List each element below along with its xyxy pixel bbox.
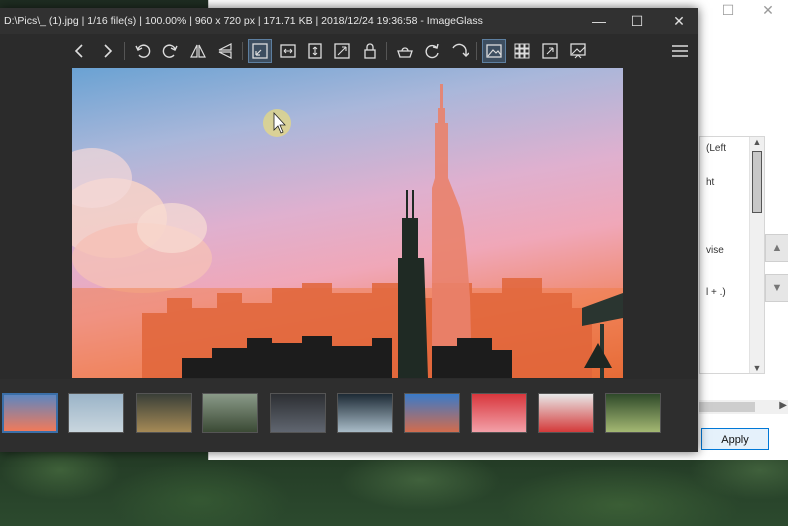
thumb-6[interactable] xyxy=(337,393,393,433)
shortcut-list[interactable]: (Left ht vise l + .) ▲ ▼ xyxy=(699,136,765,374)
dialog-maximize-button[interactable]: ☐ xyxy=(713,2,743,19)
scale-fit-icon xyxy=(334,43,350,59)
thumb-9[interactable] xyxy=(538,393,594,433)
goto-button[interactable] xyxy=(448,39,472,63)
auto-zoom-button[interactable] xyxy=(248,39,272,63)
slideshow-icon xyxy=(570,43,586,59)
auto-zoom-icon xyxy=(252,43,268,59)
close-button[interactable]: ✕ xyxy=(664,11,694,31)
toolbar-separator xyxy=(124,42,125,60)
thumb-5[interactable] xyxy=(270,393,326,433)
scroll-down-icon[interactable]: ▼ xyxy=(750,363,764,373)
flip-horizontal-button[interactable] xyxy=(186,39,210,63)
hamburger-menu-icon xyxy=(672,45,688,57)
refresh-icon xyxy=(425,43,439,59)
grid-icon xyxy=(514,43,530,59)
list-scrollbar[interactable]: ▲ ▼ xyxy=(749,137,764,373)
list-item[interactable]: (Left xyxy=(706,143,726,154)
imageglass-window: D:\Pics\_ (1).jpg | 1/16 file(s) | 100.0… xyxy=(0,8,698,452)
displayed-image[interactable] xyxy=(72,68,623,378)
move-up-button[interactable]: ▲ xyxy=(765,234,788,262)
chevron-left-icon xyxy=(74,44,83,58)
flip-vertical-icon xyxy=(218,43,232,59)
toolbar xyxy=(0,34,698,68)
rotate-right-icon xyxy=(162,44,178,58)
scale-to-height-button[interactable] xyxy=(303,39,327,63)
thumb-7[interactable] xyxy=(404,393,460,433)
window-title: D:\Pics\_ (1).jpg | 1/16 file(s) | 100.0… xyxy=(4,15,483,27)
thumbnail-strip[interactable] xyxy=(0,379,698,452)
minimize-button[interactable]: — xyxy=(584,11,614,31)
thumbnail-bar-icon xyxy=(486,44,502,58)
slideshow-button[interactable] xyxy=(566,39,590,63)
thumb-1[interactable] xyxy=(2,393,58,433)
dialog-close-button[interactable]: ✕ xyxy=(753,2,783,19)
rotate-left-button[interactable] xyxy=(131,39,155,63)
next-image-button[interactable] xyxy=(95,39,119,63)
thumb-4[interactable] xyxy=(202,393,258,433)
list-item[interactable]: l + .) xyxy=(706,287,726,298)
toolbar-separator xyxy=(476,42,477,60)
lock-zoom-button[interactable] xyxy=(358,39,382,63)
rotate-right-button[interactable] xyxy=(158,39,182,63)
toolbar-separator xyxy=(242,42,243,60)
thumb-2[interactable] xyxy=(68,393,124,433)
list-item[interactable]: vise xyxy=(706,245,724,256)
open-with-icon xyxy=(397,47,413,58)
main-menu-button[interactable] xyxy=(668,39,692,63)
list-item[interactable]: ht xyxy=(706,177,714,188)
goto-icon xyxy=(452,43,469,57)
previous-image-button[interactable] xyxy=(68,39,92,63)
flip-vertical-button[interactable] xyxy=(213,39,237,63)
scroll-right-icon[interactable]: ▶ xyxy=(779,400,787,411)
thumb-3[interactable] xyxy=(136,393,192,433)
rotate-left-icon xyxy=(135,44,151,58)
toolbar-separator xyxy=(386,42,387,60)
checkerboard-button[interactable] xyxy=(510,39,534,63)
horizontal-scrollbar-thumb[interactable] xyxy=(699,402,755,412)
open-with-button[interactable] xyxy=(393,39,417,63)
chevron-right-icon xyxy=(104,44,113,58)
move-down-button[interactable]: ▼ xyxy=(765,274,788,302)
image-viewer[interactable] xyxy=(0,68,698,378)
city-skyline-image xyxy=(72,84,623,378)
scroll-up-icon[interactable]: ▲ xyxy=(750,137,764,147)
title-bar[interactable]: D:\Pics\_ (1).jpg | 1/16 file(s) | 100.0… xyxy=(0,8,698,34)
fullscreen-button[interactable] xyxy=(538,39,562,63)
thumb-10[interactable] xyxy=(605,393,661,433)
scale-width-icon xyxy=(280,44,296,58)
apply-button[interactable]: Apply xyxy=(701,428,769,450)
fullscreen-icon xyxy=(542,43,558,59)
horizontal-scrollbar[interactable]: ▶ xyxy=(699,400,788,414)
scale-to-width-button[interactable] xyxy=(276,39,300,63)
scale-to-fit-button[interactable] xyxy=(330,39,354,63)
scrollbar-thumb[interactable] xyxy=(752,151,762,213)
refresh-button[interactable] xyxy=(420,39,444,63)
thumbnail-bar-button[interactable] xyxy=(482,39,506,63)
scale-height-icon xyxy=(308,43,322,59)
maximize-button[interactable]: ☐ xyxy=(622,11,652,31)
thumb-8[interactable] xyxy=(471,393,527,433)
lock-icon xyxy=(364,43,376,59)
flip-horizontal-icon xyxy=(190,44,206,58)
